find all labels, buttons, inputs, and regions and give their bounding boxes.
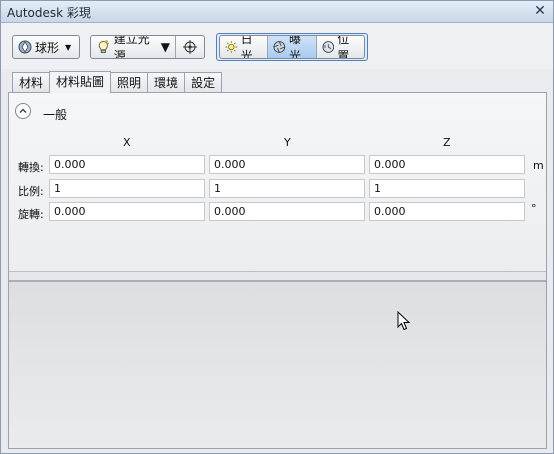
create-light-group: 建立光源 ▼ bbox=[90, 35, 205, 59]
sun-button-label: 日光 bbox=[240, 35, 253, 59]
rotation-label: 旋轉: bbox=[18, 208, 44, 221]
scale-label: 比例: bbox=[18, 185, 44, 198]
scale-z-input[interactable] bbox=[369, 179, 525, 198]
crosshair-light-icon bbox=[183, 40, 197, 54]
column-header-y: Y bbox=[284, 136, 291, 149]
mouse-pointer-icon bbox=[397, 311, 411, 331]
material-mapping-panel: 一般 X Y Z 轉換: m 比例: 旋轉: ° bbox=[8, 92, 547, 449]
sphere-preview-dropdown[interactable]: 球形 ▼ bbox=[12, 35, 80, 59]
sphere-button-label: 球形 bbox=[35, 40, 60, 55]
translation-x-input[interactable] bbox=[49, 155, 205, 174]
tab-material-mapping[interactable]: 材料貼圖 bbox=[49, 71, 112, 93]
chevron-down-icon: ▼ bbox=[160, 40, 170, 54]
tab-settings[interactable]: 設定 bbox=[184, 72, 223, 92]
sun-icon bbox=[225, 41, 238, 53]
light-bulb-icon bbox=[98, 40, 109, 53]
translation-y-input[interactable] bbox=[209, 155, 365, 174]
general-section: 一般 X Y Z 轉換: m 比例: 旋轉: ° bbox=[9, 93, 546, 272]
collapse-section-button[interactable] bbox=[15, 103, 31, 119]
tab-bar: 材料 材料貼圖 照明 環境 設定 bbox=[12, 71, 223, 93]
tab-environment[interactable]: 環境 bbox=[147, 72, 186, 92]
rotation-x-input[interactable] bbox=[49, 202, 205, 221]
chevron-down-icon: ▼ bbox=[65, 42, 72, 52]
translation-z-input[interactable] bbox=[369, 155, 525, 174]
location-button[interactable]: 位置 bbox=[317, 36, 364, 58]
sphere-icon bbox=[18, 40, 32, 54]
rotation-y-input[interactable] bbox=[209, 202, 365, 221]
tab-lighting[interactable]: 照明 bbox=[110, 72, 149, 92]
scale-x-input[interactable] bbox=[49, 179, 205, 198]
exposure-aperture-icon bbox=[273, 41, 286, 53]
create-light-label: 建立光源 bbox=[113, 35, 150, 59]
scale-y-input[interactable] bbox=[209, 179, 365, 198]
close-button[interactable]: ✕ bbox=[532, 3, 548, 19]
location-button-label: 位置 bbox=[337, 35, 350, 59]
title-bar[interactable]: Autodesk 彩現 ✕ bbox=[1, 1, 553, 23]
translation-label: 轉換: bbox=[18, 161, 44, 174]
column-header-z: Z bbox=[443, 136, 451, 149]
exposure-button[interactable]: 曝光 bbox=[268, 35, 317, 59]
sun-status-button[interactable]: 日光 bbox=[220, 35, 269, 59]
rotation-z-input[interactable] bbox=[369, 202, 525, 221]
chevron-up-icon bbox=[19, 108, 27, 113]
light-glyph-button[interactable] bbox=[176, 36, 204, 58]
column-header-x: X bbox=[123, 136, 131, 149]
exposure-button-label: 曝光 bbox=[288, 35, 301, 59]
section-title: 一般 bbox=[43, 108, 68, 122]
tab-materials[interactable]: 材料 bbox=[12, 72, 51, 92]
rotation-unit: ° bbox=[531, 202, 537, 215]
create-light-dropdown[interactable]: 建立光源 ▼ bbox=[91, 36, 176, 58]
translation-unit: m bbox=[533, 159, 544, 172]
empty-lower-area bbox=[9, 282, 546, 448]
window-title: Autodesk 彩現 bbox=[7, 6, 91, 20]
globe-location-icon bbox=[322, 41, 334, 53]
sun-exposure-location-segment: 日光 曝光 位置 bbox=[219, 35, 365, 59]
autodesk-rendering-window: Autodesk 彩現 ✕ 球形 ▼ 建立光源 ▼ 日光 曝光 位置 材料 材料… bbox=[0, 0, 554, 454]
